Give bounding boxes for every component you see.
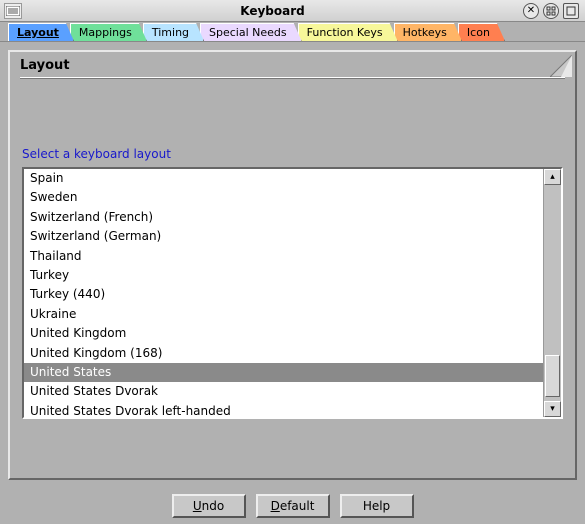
list-item[interactable]: Turkey (440): [24, 285, 543, 304]
panel-title: Layout: [20, 58, 70, 73]
scrollbar[interactable]: ▴ ▾: [543, 169, 561, 417]
tab-mappings[interactable]: Mappings: [70, 23, 147, 41]
layout-panel: Layout Select a keyboard layout SpainSwe…: [8, 50, 577, 480]
tab-timing[interactable]: Timing: [143, 23, 204, 41]
tab-special-needs[interactable]: Special Needs: [200, 23, 302, 41]
list-item[interactable]: United States Dvorak: [24, 382, 543, 401]
scroll-down-icon[interactable]: ▾: [544, 401, 561, 417]
list-item[interactable]: United Kingdom: [24, 324, 543, 343]
keyboard-icon: [4, 3, 22, 19]
button-row: Undo Default Help: [0, 488, 585, 524]
tab-icon[interactable]: Icon: [458, 23, 505, 41]
scroll-thumb[interactable]: [545, 355, 560, 397]
list-item[interactable]: United States Dvorak left-handed: [24, 402, 543, 417]
tab-strip: LayoutMappingsTimingSpecial NeedsFunctio…: [0, 22, 585, 42]
list-item[interactable]: Sweden: [24, 188, 543, 207]
window-buttons: ✕: [523, 3, 579, 19]
tab-function-keys[interactable]: Function Keys: [298, 23, 398, 41]
layout-listbox[interactable]: SpainSwedenSwitzerland (French)Switzerla…: [22, 167, 563, 419]
window-title: Keyboard: [22, 4, 523, 18]
list-item[interactable]: Turkey: [24, 266, 543, 285]
close-icon[interactable]: ✕: [523, 3, 539, 19]
list-item[interactable]: Switzerland (French): [24, 208, 543, 227]
titlebar: Keyboard ✕: [0, 0, 585, 22]
section-label: Select a keyboard layout: [22, 147, 575, 161]
undo-button[interactable]: Undo: [172, 494, 246, 518]
list-item[interactable]: Thailand: [24, 247, 543, 266]
list-item[interactable]: United Kingdom (168): [24, 344, 543, 363]
tearoff-icon[interactable]: [550, 55, 572, 77]
tab-layout[interactable]: Layout: [8, 23, 74, 41]
scroll-track[interactable]: [544, 185, 561, 401]
default-button[interactable]: Default: [256, 494, 330, 518]
tab-hotkeys[interactable]: Hotkeys: [394, 23, 462, 41]
maximize-icon[interactable]: [563, 3, 579, 19]
scroll-up-icon[interactable]: ▴: [544, 169, 561, 185]
list-item[interactable]: Ukraine: [24, 305, 543, 324]
zoom-icon[interactable]: [543, 3, 559, 19]
list-item[interactable]: Spain: [24, 169, 543, 188]
help-button[interactable]: Help: [340, 494, 414, 518]
list-item[interactable]: Switzerland (German): [24, 227, 543, 246]
list-item[interactable]: United States: [24, 363, 543, 382]
